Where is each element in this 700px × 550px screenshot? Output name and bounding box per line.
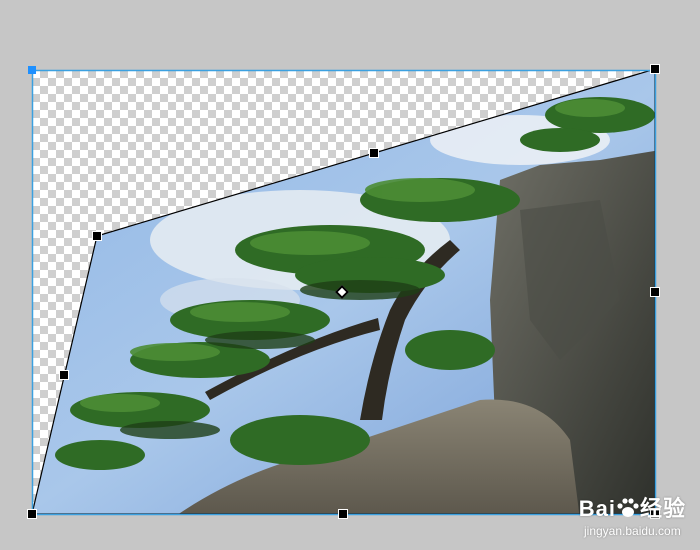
reference-point-handle[interactable]	[28, 66, 36, 74]
canvas-area[interactable]: Bai 经验 jingyan.baidu.com	[0, 0, 700, 550]
handle-top-left[interactable]	[92, 231, 102, 241]
handle-bottom-left[interactable]	[27, 509, 37, 519]
watermark-brand-prefix: Bai	[578, 496, 616, 521]
handle-bottom-middle[interactable]	[338, 509, 348, 519]
layer-photo[interactable]	[0, 0, 700, 550]
baidu-watermark: Bai 经验 jingyan.baidu.com	[579, 491, 686, 538]
handle-middle-left[interactable]	[59, 370, 69, 380]
handle-top-right[interactable]	[650, 64, 660, 74]
handle-top-middle[interactable]	[369, 148, 379, 158]
watermark-brand-suffix: 经验	[639, 496, 686, 521]
watermark-url: jingyan.baidu.com	[584, 524, 681, 538]
watermark-brand: Bai 经验	[579, 491, 686, 523]
handle-middle-right[interactable]	[650, 287, 660, 297]
paw-icon	[617, 498, 639, 517]
